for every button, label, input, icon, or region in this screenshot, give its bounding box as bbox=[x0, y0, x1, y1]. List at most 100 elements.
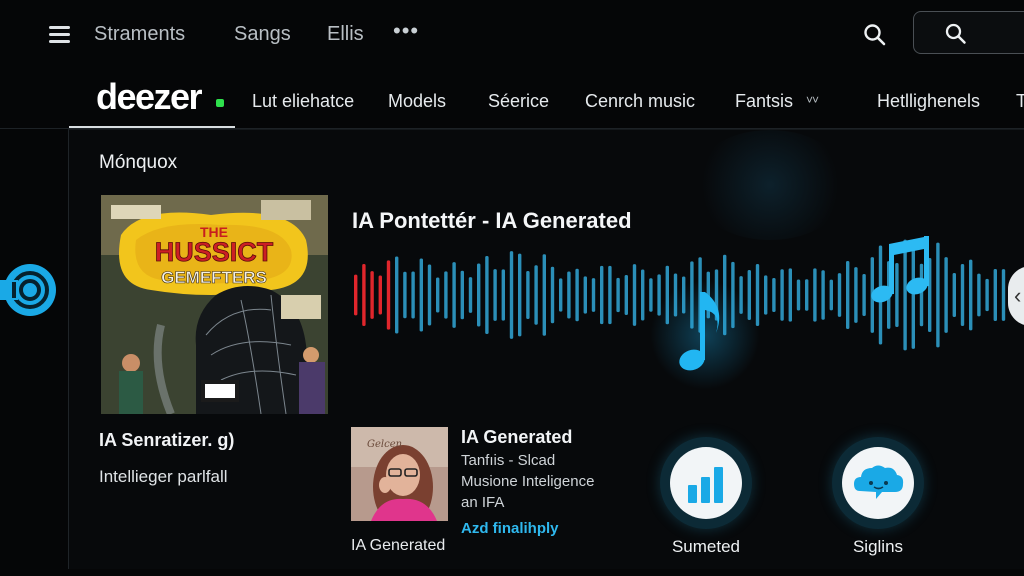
waveform-bar bbox=[559, 278, 563, 312]
waveform-bar bbox=[641, 269, 645, 321]
waveform-bar bbox=[649, 278, 653, 312]
album-title[interactable]: IA Senratizer. g) bbox=[99, 430, 234, 451]
waveform-bar bbox=[411, 271, 415, 319]
track-title[interactable]: IA Generated bbox=[461, 427, 572, 448]
waveform-bar bbox=[796, 279, 801, 311]
waveform-bar bbox=[395, 256, 399, 334]
waveform-bar bbox=[985, 278, 989, 312]
waveform-bar bbox=[583, 276, 587, 314]
double-music-note-icon bbox=[871, 236, 929, 303]
waveform-bar bbox=[403, 271, 407, 319]
player-title: IA Pontettér - IA Generated bbox=[352, 208, 632, 233]
menu-icon[interactable] bbox=[49, 26, 70, 43]
logo-dot bbox=[216, 99, 224, 107]
waveform-bar bbox=[665, 265, 669, 325]
track-thumb-label: IA Generated bbox=[351, 537, 446, 554]
waveform-bar bbox=[944, 257, 948, 333]
waveform-bar bbox=[764, 275, 768, 315]
waveform-bar bbox=[362, 263, 366, 327]
waveform-bar bbox=[969, 259, 973, 331]
waveform-bar bbox=[952, 273, 956, 317]
waveform-bar bbox=[977, 273, 981, 317]
waveform-bar bbox=[829, 279, 833, 311]
toplink-sangs[interactable]: Sangs bbox=[234, 23, 291, 46]
nav-item-models[interactable]: Models bbox=[388, 91, 446, 112]
waveform-bar bbox=[821, 270, 825, 320]
waveform-bar bbox=[846, 260, 850, 330]
shortcut-siglins-button[interactable] bbox=[832, 437, 924, 529]
waveform-bar bbox=[518, 253, 522, 337]
waveform-bar bbox=[542, 254, 546, 336]
chat-cloud-icon bbox=[854, 465, 904, 499]
waveform-bar bbox=[354, 274, 358, 316]
waveform-bar bbox=[608, 265, 612, 325]
waveform-bar bbox=[837, 273, 842, 317]
chevron-down-icon[interactable]: ˅˅ bbox=[806, 93, 819, 107]
waveform-bar bbox=[862, 274, 866, 316]
nav-item-3[interactable]: Séerice bbox=[488, 91, 549, 112]
nav-item-1[interactable]: Lut eliehatce bbox=[252, 91, 354, 112]
waveform-bar bbox=[477, 263, 481, 327]
waveform-bar bbox=[780, 269, 784, 321]
waveform-bar bbox=[534, 265, 538, 325]
shortcut-label-sumeted: Sumeted bbox=[671, 537, 741, 556]
waveform-bar bbox=[747, 269, 751, 321]
album-subtitle: Intelliege​r parlfall bbox=[99, 467, 228, 486]
svg-text:GEMEFTERS: GEMEFTERS bbox=[161, 268, 267, 287]
nav-item-6[interactable]: Hetllighenels bbox=[877, 91, 980, 112]
bar-chart-icon bbox=[688, 467, 723, 503]
shortcut-label-siglins: Siglins bbox=[852, 537, 904, 556]
waveform-bar bbox=[739, 276, 743, 314]
waveform-bar bbox=[509, 251, 514, 339]
music-note-icon bbox=[679, 292, 720, 371]
waveform-bar bbox=[468, 277, 473, 313]
waveform-bar bbox=[493, 269, 497, 321]
waveform-bar bbox=[1001, 269, 1006, 321]
waveform-bar bbox=[427, 264, 432, 326]
waveform-bar bbox=[501, 269, 505, 321]
track-description-line: Musione Inteligence bbox=[461, 473, 595, 490]
shortcut-sumeted-button[interactable] bbox=[660, 437, 752, 529]
waveform-bar bbox=[370, 271, 374, 319]
waveform-bar bbox=[772, 278, 776, 312]
waveform-bar bbox=[378, 275, 382, 315]
shortcut-icon-bg bbox=[670, 447, 742, 519]
more-options-icon[interactable]: ••• bbox=[393, 18, 419, 44]
track-action-link[interactable]: Azd finalihply bbox=[461, 520, 559, 537]
search-field[interactable] bbox=[913, 11, 1024, 54]
search-icon bbox=[944, 22, 968, 46]
waveform-bar bbox=[657, 274, 661, 316]
shortcut-icon-bg bbox=[842, 447, 914, 519]
waveform-bar bbox=[550, 266, 555, 324]
waveform-bar bbox=[444, 271, 448, 319]
toplink-straments[interactable]: Straments bbox=[94, 23, 185, 46]
svg-text:HUSSICT: HUSSICT bbox=[155, 237, 274, 267]
waveform-bar bbox=[419, 258, 423, 332]
waveform-bar bbox=[600, 265, 604, 325]
waveform-bar bbox=[993, 269, 997, 321]
nav-item-fantsis[interactable]: Fantsis bbox=[735, 91, 793, 112]
waveform-bar bbox=[805, 279, 809, 311]
waveform-bar bbox=[526, 270, 530, 320]
waveform-bar bbox=[755, 264, 760, 326]
speaker-icon[interactable] bbox=[0, 258, 62, 322]
nav-item-7[interactable]: T bbox=[1016, 91, 1024, 112]
deezer-logo[interactable]: deezer bbox=[96, 76, 203, 118]
chevron-right-icon: ‹ bbox=[1014, 283, 1022, 308]
track-description-line: an IFA bbox=[461, 494, 505, 511]
search-input[interactable] bbox=[976, 20, 1024, 46]
waveform-bar bbox=[632, 264, 637, 326]
waveform-bar bbox=[813, 268, 817, 322]
waveform-bar bbox=[960, 263, 965, 327]
toplink-ellis[interactable]: Ellis bbox=[327, 23, 364, 46]
waveform-bar bbox=[624, 274, 628, 316]
track-thumbnail[interactable]: Gelcen bbox=[351, 427, 448, 521]
track-artist: Tanfıis - Slcad bbox=[461, 452, 556, 469]
nav-item-search-music[interactable]: Cenrch music bbox=[585, 91, 695, 112]
album-cover[interactable]: THE HUSSICT GEMEFTERS bbox=[101, 195, 328, 414]
section-title: Mónquox bbox=[99, 152, 178, 173]
waveform-bar bbox=[854, 267, 858, 323]
waveform-bar bbox=[436, 277, 440, 313]
waveform-bar bbox=[460, 270, 464, 320]
search-icon[interactable] bbox=[862, 22, 888, 48]
